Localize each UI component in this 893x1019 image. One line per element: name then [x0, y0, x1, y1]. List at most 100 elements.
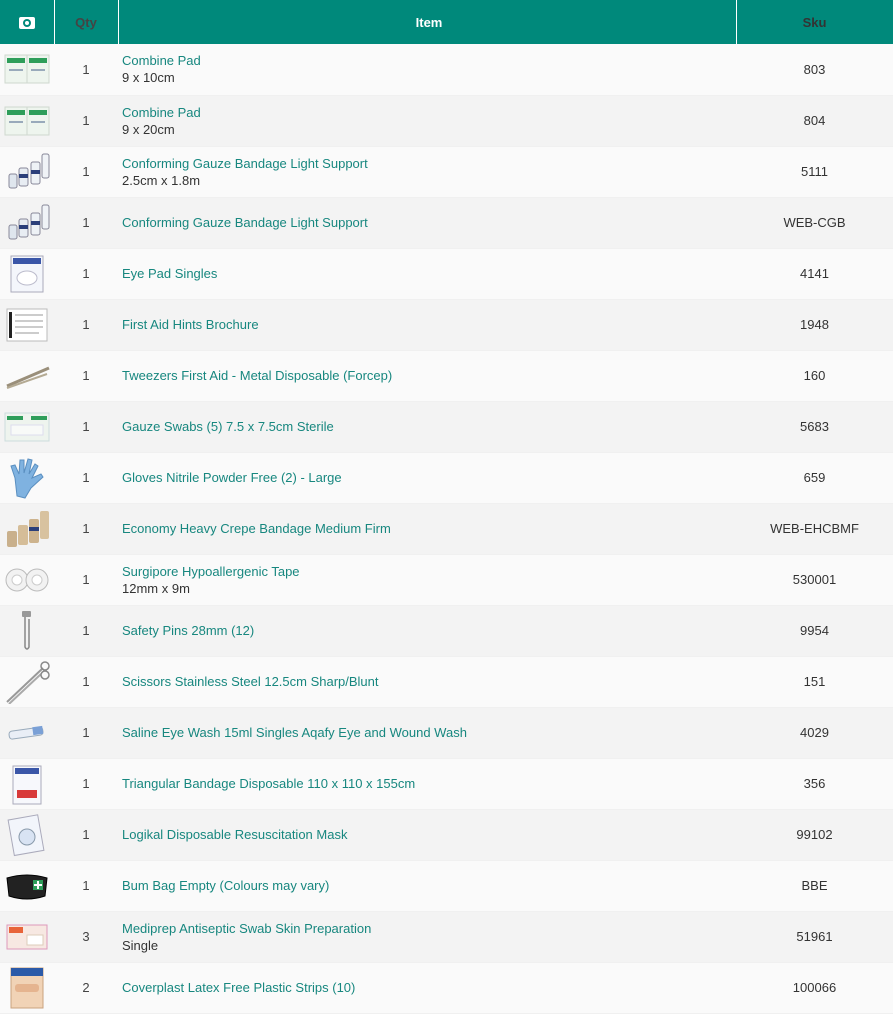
item-variant: Single — [122, 937, 159, 953]
product-image-cell — [0, 503, 54, 555]
item-link[interactable]: Saline Eye Wash 15ml Singles Aqafy Eye a… — [122, 724, 736, 741]
item-link[interactable]: Logikal Disposable Resuscitation Mask — [122, 826, 736, 843]
product-image-cell — [0, 95, 54, 147]
item-cell: Combine Pad 9 x 10cm — [118, 44, 736, 96]
item-cell: Conforming Gauze Bandage Light Support 2.… — [118, 146, 736, 198]
table-row: 1 Logikal Disposable Resuscitation Mask 99… — [0, 809, 893, 861]
gloves-thumbnail[interactable] — [3, 456, 51, 500]
product-image-cell — [0, 401, 54, 453]
table-row: 1 Surgipore Hypoallergenic Tape 12mm x 9m 5… — [0, 554, 893, 606]
qty-cell: 1 — [54, 809, 118, 861]
item-cell: Tweezers First Aid - Metal Disposable (F… — [118, 350, 736, 402]
table-row: 1 Safety Pins 28mm (12) 9954 — [0, 605, 893, 657]
item-link[interactable]: Scissors Stainless Steel 12.5cm Sharp/Bl… — [122, 673, 736, 690]
gauze-bandage-thumbnail[interactable] — [3, 201, 51, 245]
item-link[interactable]: Gauze Swabs (5) 7.5 x 7.5cm Sterile — [122, 418, 736, 435]
sku-cell: 803 — [736, 44, 893, 96]
product-image-cell — [0, 146, 54, 198]
sku-cell: 530001 — [736, 554, 893, 606]
table-row: 2 Coverplast Latex Free Plastic Strips (1… — [0, 962, 893, 1014]
item-link[interactable]: Mediprep Antiseptic Swab Skin Preparatio… — [122, 920, 736, 937]
product-image-cell — [0, 962, 54, 1014]
plastic-strips-thumbnail[interactable] — [3, 966, 51, 1010]
product-image-cell — [0, 911, 54, 963]
item-variant: 9 x 10cm — [122, 70, 175, 86]
item-link[interactable]: Gloves Nitrile Powder Free (2) - Large — [122, 469, 736, 486]
item-link[interactable]: Coverplast Latex Free Plastic Strips (10… — [122, 979, 736, 996]
item-cell: Coverplast Latex Free Plastic Strips (10… — [118, 962, 736, 1014]
sku-cell: 5683 — [736, 401, 893, 453]
item-cell: First Aid Hints Brochure — [118, 299, 736, 351]
table-row: 1 Economy Heavy Crepe Bandage Medium Firm… — [0, 503, 893, 555]
table-row: 3 Mediprep Antiseptic Swab Skin Preparati… — [0, 911, 893, 963]
triangular-bandage-thumbnail[interactable] — [3, 762, 51, 806]
antiseptic-swab-thumbnail[interactable] — [3, 915, 51, 959]
item-cell: Eye Pad Singles — [118, 248, 736, 300]
eye-wash-thumbnail[interactable] — [3, 711, 51, 755]
item-cell: Saline Eye Wash 15ml Singles Aqafy Eye a… — [118, 707, 736, 759]
item-link[interactable]: Eye Pad Singles — [122, 265, 736, 282]
kit-contents-table: Qty Item Sku 1 Combine Pad 9 x 10cm 803 1 Com… — [0, 0, 893, 1014]
table-row: 1 Eye Pad Singles 4141 — [0, 248, 893, 300]
item-cell: Surgipore Hypoallergenic Tape 12mm x 9m — [118, 554, 736, 606]
product-image-cell — [0, 605, 54, 657]
gauze-bandage-thumbnail[interactable] — [3, 150, 51, 194]
sku-cell: WEB-CGB — [736, 197, 893, 249]
qty-cell: 1 — [54, 656, 118, 708]
qty-cell: 1 — [54, 503, 118, 555]
sku-cell: 100066 — [736, 962, 893, 1014]
item-link[interactable]: Triangular Bandage Disposable 110 x 110 … — [122, 775, 736, 792]
sku-cell: 99102 — [736, 809, 893, 861]
item-link[interactable]: Conforming Gauze Bandage Light Support — [122, 214, 736, 231]
eye-pad-thumbnail[interactable] — [3, 252, 51, 296]
item-link[interactable]: Surgipore Hypoallergenic Tape — [122, 563, 736, 580]
item-link[interactable]: First Aid Hints Brochure — [122, 316, 736, 333]
brochure-thumbnail[interactable] — [3, 303, 51, 347]
product-image-cell — [0, 299, 54, 351]
item-cell: Safety Pins 28mm (12) — [118, 605, 736, 657]
item-link[interactable]: Conforming Gauze Bandage Light Support — [122, 155, 736, 172]
gauze-swabs-thumbnail[interactable] — [3, 405, 51, 449]
qty-cell: 1 — [54, 554, 118, 606]
crepe-bandage-thumbnail[interactable] — [3, 507, 51, 551]
resuscitation-mask-thumbnail[interactable] — [3, 813, 51, 857]
table-row: 1 Conforming Gauze Bandage Light Support W… — [0, 197, 893, 249]
item-cell: Logikal Disposable Resuscitation Mask — [118, 809, 736, 861]
item-link[interactable]: Safety Pins 28mm (12) — [122, 622, 736, 639]
sku-column-header: Sku — [735, 0, 893, 44]
combine-pad-thumbnail[interactable] — [3, 47, 51, 91]
table-row: 1 Bum Bag Empty (Colours may vary) BBE — [0, 860, 893, 912]
item-link[interactable]: Combine Pad — [122, 52, 736, 69]
table-row: 1 Combine Pad 9 x 10cm 803 — [0, 44, 893, 96]
table-header-row: Qty Item Sku — [0, 0, 893, 44]
item-link[interactable]: Tweezers First Aid - Metal Disposable (F… — [122, 367, 736, 384]
table-row: 1 Triangular Bandage Disposable 110 x 110… — [0, 758, 893, 810]
item-cell: Gloves Nitrile Powder Free (2) - Large — [118, 452, 736, 504]
qty-cell: 1 — [54, 707, 118, 759]
tweezers-thumbnail[interactable] — [3, 354, 51, 398]
qty-cell: 1 — [54, 146, 118, 198]
sku-cell: 1948 — [736, 299, 893, 351]
item-cell: Gauze Swabs (5) 7.5 x 7.5cm Sterile — [118, 401, 736, 453]
item-link[interactable]: Combine Pad — [122, 104, 736, 121]
item-link[interactable]: Economy Heavy Crepe Bandage Medium Firm — [122, 520, 736, 537]
item-variant: 2.5cm x 1.8m — [122, 172, 201, 188]
table-row: 1 Conforming Gauze Bandage Light Support 2… — [0, 146, 893, 198]
product-image-cell — [0, 860, 54, 912]
sku-cell: BBE — [736, 860, 893, 912]
item-cell: Combine Pad 9 x 20cm — [118, 95, 736, 147]
combine-pad-thumbnail[interactable] — [3, 99, 51, 143]
qty-cell: 1 — [54, 197, 118, 249]
table-row: 1 First Aid Hints Brochure 1948 — [0, 299, 893, 351]
product-image-cell — [0, 197, 54, 249]
item-variant: 12mm x 9m — [122, 580, 190, 596]
sku-cell: WEB-EHCBMF — [736, 503, 893, 555]
bum-bag-thumbnail[interactable] — [3, 864, 51, 908]
tape-thumbnail[interactable] — [3, 558, 51, 602]
qty-cell: 1 — [54, 299, 118, 351]
safety-pin-thumbnail[interactable] — [3, 609, 51, 653]
table-row: 1 Tweezers First Aid - Metal Disposable (… — [0, 350, 893, 402]
item-link[interactable]: Bum Bag Empty (Colours may vary) — [122, 877, 736, 894]
product-image-cell — [0, 656, 54, 708]
scissors-thumbnail[interactable] — [3, 660, 51, 704]
